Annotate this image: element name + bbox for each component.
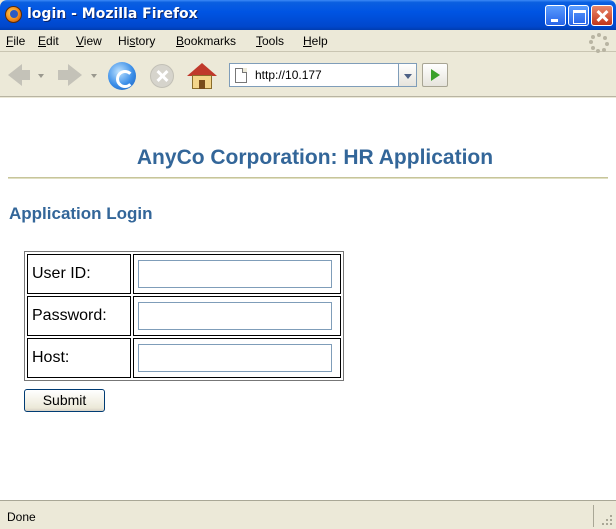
table-row: User ID: bbox=[27, 254, 341, 294]
window-title: login - Mozilla Firefox bbox=[27, 6, 198, 22]
status-text: Done bbox=[7, 510, 36, 524]
forward-arrow-icon[interactable] bbox=[68, 64, 82, 86]
host-input[interactable] bbox=[138, 344, 333, 372]
menu-bar: File Edit View History Bookmarks Tools H… bbox=[0, 30, 616, 52]
password-label: Password: bbox=[27, 296, 132, 336]
menu-history[interactable]: History bbox=[118, 34, 155, 48]
menu-bookmarks[interactable]: Bookmarks bbox=[176, 34, 236, 48]
user-id-label: User ID: bbox=[27, 254, 132, 294]
forward-button[interactable] bbox=[58, 70, 68, 80]
submit-button[interactable]: Submit bbox=[24, 389, 105, 412]
password-input[interactable] bbox=[138, 302, 333, 330]
go-button[interactable] bbox=[422, 63, 448, 87]
menu-file[interactable]: File bbox=[6, 34, 25, 48]
back-button[interactable] bbox=[20, 70, 30, 80]
address-bar[interactable]: http://10.177 bbox=[229, 63, 399, 87]
header-divider bbox=[8, 177, 608, 179]
forward-history-dropdown-icon[interactable] bbox=[91, 74, 97, 78]
home-icon[interactable] bbox=[187, 63, 217, 89]
section-title: Application Login bbox=[9, 204, 153, 223]
table-row: Host: bbox=[27, 338, 341, 378]
minimize-button[interactable] bbox=[545, 5, 566, 26]
login-form-table: User ID: Password: Host: bbox=[24, 251, 344, 381]
host-label: Host: bbox=[27, 338, 132, 378]
menu-edit[interactable]: Edit bbox=[38, 34, 59, 48]
page-icon bbox=[235, 68, 247, 83]
url-text[interactable]: http://10.177 bbox=[255, 68, 380, 82]
user-id-input[interactable] bbox=[138, 260, 333, 288]
stop-icon[interactable] bbox=[150, 64, 174, 88]
menu-help[interactable]: Help bbox=[303, 34, 328, 48]
status-bar: Done bbox=[0, 500, 616, 529]
title-bar[interactable]: login - Mozilla Firefox bbox=[0, 0, 616, 30]
activity-throbber-icon bbox=[589, 33, 609, 53]
resize-grip-icon[interactable] bbox=[601, 515, 613, 527]
table-row: Password: bbox=[27, 296, 341, 336]
firefox-logo-icon bbox=[5, 6, 22, 23]
url-history-dropdown[interactable] bbox=[399, 63, 417, 87]
close-button[interactable] bbox=[591, 5, 613, 26]
page-title: AnyCo Corporation: HR Application bbox=[136, 146, 494, 169]
menu-tools[interactable]: Tools bbox=[256, 34, 284, 48]
maximize-button[interactable] bbox=[568, 5, 589, 26]
reload-icon[interactable] bbox=[108, 62, 136, 90]
back-history-dropdown-icon[interactable] bbox=[38, 74, 44, 78]
menu-view[interactable]: View bbox=[76, 34, 102, 48]
browser-window: login - Mozilla Firefox File Edit View H… bbox=[0, 0, 616, 529]
status-divider bbox=[593, 505, 594, 527]
page-content: AnyCo Corporation: HR Application Applic… bbox=[0, 98, 616, 500]
